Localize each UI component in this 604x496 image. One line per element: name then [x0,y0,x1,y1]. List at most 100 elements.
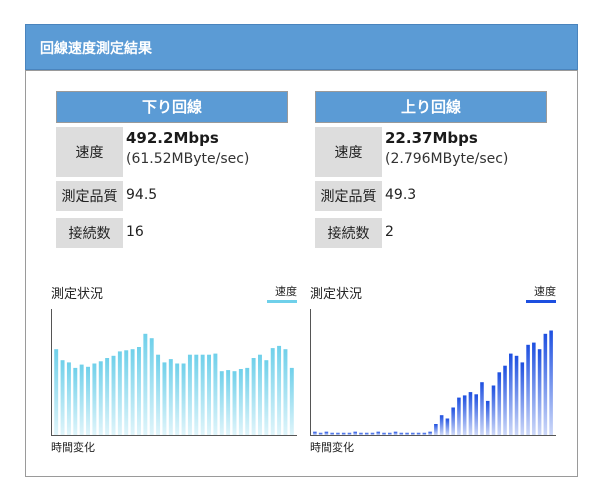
chart-bar [318,432,323,435]
chart-bar [480,382,484,435]
chart-bar [520,362,525,435]
chart-bar [232,371,237,435]
chart-bar [364,432,369,435]
chart-bar [258,354,262,435]
chart-bar [485,400,490,435]
chart-bar [194,354,199,435]
chart-bar [353,431,357,435]
chart-bar [422,432,427,435]
upload-quality-label: 測定品質 [315,181,382,211]
chart-bar [537,349,542,435]
upload-speed-value: 22.37Mbps (2.796MByte/sec) [385,129,508,167]
chart-bar [156,354,161,435]
chart-bar [330,432,334,435]
chart-bar [514,355,519,435]
chart-bar [457,397,461,435]
chart-bar [79,364,84,435]
chart-bar [181,363,186,435]
chart-bar [251,358,256,435]
chart-bar [497,372,502,435]
upload-speed-label: 速度 [315,127,382,177]
download-speed-label: 速度 [56,127,123,177]
chart-bar [168,359,173,435]
download-conn-label: 接続数 [56,218,123,248]
chart-bar [213,353,218,435]
upload-legend-swatch [526,300,556,303]
chart-bar [543,333,548,435]
chart-bar [226,370,231,435]
chart-bar [98,361,103,435]
chart-bar [92,363,97,435]
chart-bar [451,407,455,435]
chart-bar [416,432,421,435]
chart-bar [491,385,496,435]
chart-bar [149,338,154,435]
chart-bar [509,353,513,435]
chart-bar [341,432,346,435]
chart-bar [393,431,398,435]
chart-bar [313,431,317,435]
panel-title: 回線速度測定結果 [40,41,152,57]
download-speed-plot [51,309,297,436]
chart-bar [428,431,432,435]
chart-bar [324,431,329,435]
upload-conn-row: 接続数 2 [315,215,547,252]
chart-bar [117,351,122,435]
chart-bar [200,354,205,435]
chart-bar [111,355,116,435]
chart-bar [137,347,141,435]
download-legend-swatch [267,300,297,303]
chart-bar [549,330,553,435]
chart-bar [283,349,288,435]
upload-speed-plot [310,309,556,436]
chart-bar [66,362,71,435]
upload-chart-title: 測定状況 [310,287,363,302]
chart-bar [434,424,438,435]
download-conn-row: 接続数 16 [56,215,288,252]
panel-header: 回線速度測定結果 [25,24,578,70]
download-speed-mbps: 492.2Mbps [126,129,219,147]
chart-bar [207,354,211,435]
chart-bar [439,415,444,435]
chart-bar [289,367,294,435]
upload-speed-mbyte: (2.796MByte/sec) [385,151,509,167]
chart-bar [532,342,536,435]
chart-bar [526,344,530,435]
chart-bar [130,349,135,435]
download-legend-label: 速度 [275,285,297,298]
upload-conn-label: 接続数 [315,218,382,248]
upload-section: 上り回線 速度 22.37Mbps (2.796MByte/sec) 測定品質 … [315,91,547,252]
chart-bar [411,432,415,435]
upload-chart-xlabel: 時間変化 [310,441,354,454]
chart-bar [54,349,59,435]
chart-bar [376,431,381,435]
upload-quality-value: 49.3 [385,187,417,203]
upload-legend-label: 速度 [534,285,556,298]
upload-quality-row: 測定品質 49.3 [315,178,547,215]
upload-chart: 測定状況 速度 時間変化 [310,283,556,458]
chart-bar [445,418,450,435]
download-conn-value: 16 [126,224,144,240]
upload-speed-row: 速度 22.37Mbps (2.796MByte/sec) [315,123,547,178]
chart-bar [270,348,275,435]
chart-bar [162,362,167,435]
chart-bar [73,367,78,435]
download-chart-xlabel: 時間変化 [51,441,95,454]
chart-bar [399,432,404,435]
download-section: 下り回線 速度 492.2Mbps (61.52MByte/sec) 測定品質 … [56,91,288,252]
chart-bar [388,432,392,435]
download-quality-row: 測定品質 94.5 [56,178,288,215]
chart-bar [370,432,375,435]
header-divider [25,70,578,71]
download-quality-label: 測定品質 [56,181,123,211]
chart-bar [105,358,110,435]
chart-bar [86,366,90,435]
chart-bar [474,394,478,435]
download-quality-value: 94.5 [126,187,158,203]
chart-bar [359,432,363,435]
chart-bar [143,333,148,435]
download-speed-mbyte: (61.52MByte/sec) [126,151,250,167]
chart-bar [238,369,243,435]
chart-bar [382,432,386,435]
chart-bar [347,432,352,435]
